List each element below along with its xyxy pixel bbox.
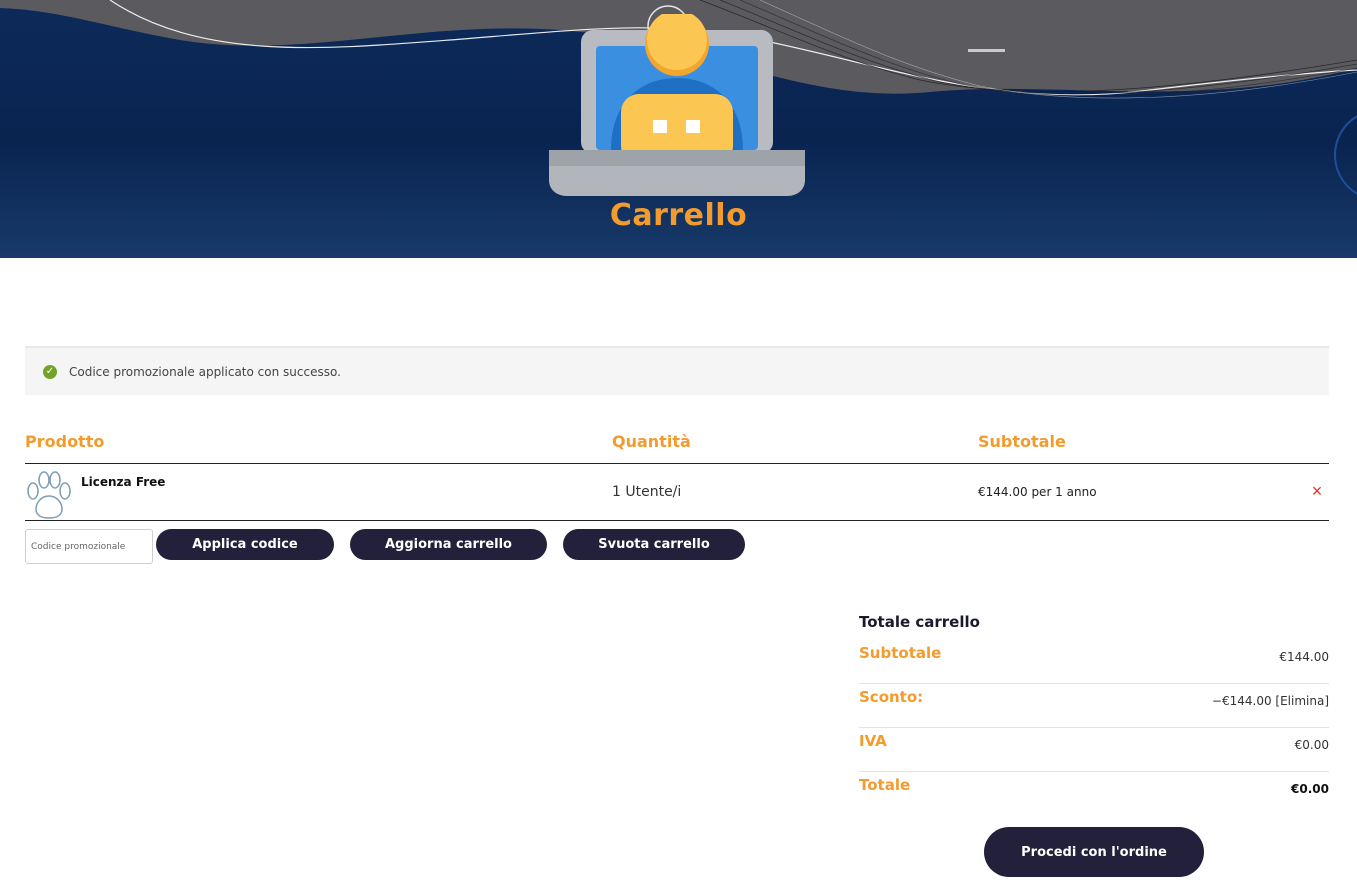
product-quantity: 1 Utente/i <box>612 484 682 500</box>
vat-label: IVA <box>859 732 887 750</box>
discount-row: Sconto: −€144.00 [Elimina] <box>859 684 1329 728</box>
update-cart-button[interactable]: Aggiorna carrello <box>350 529 547 560</box>
laptop-user-icon <box>549 14 805 196</box>
cart-row: Licenza Free 1 Utente/i €144.00 per 1 an… <box>25 464 1329 521</box>
hero-banner: Carrello <box>0 0 1357 258</box>
empty-cart-button[interactable]: Svuota carrello <box>563 529 745 560</box>
apply-coupon-button[interactable]: Applica codice <box>156 529 334 560</box>
header-quantity: Quantità <box>612 432 691 451</box>
total-label: Totale <box>859 776 911 794</box>
header-subtotal: Subtotale <box>978 432 1066 451</box>
subtotal-label: Subtotale <box>859 644 942 662</box>
page-title: Carrello <box>609 198 748 233</box>
product-price: €144.00 per 1 anno <box>978 485 1097 499</box>
discount-label: Sconto: <box>859 688 924 706</box>
total-row: Totale €0.00 <box>859 772 1329 816</box>
paw-icon <box>27 471 71 519</box>
cart-totals-title: Totale carrello <box>859 613 980 631</box>
vat-row: IVA €0.00 <box>859 728 1329 772</box>
total-value: €0.00 <box>1291 782 1329 796</box>
checkout-button[interactable]: Procedi con l'ordine <box>984 827 1204 877</box>
success-notice: ✓ Codice promozionale applicato con succ… <box>25 346 1329 395</box>
header-product: Prodotto <box>25 432 105 451</box>
subtotal-value: €144.00 <box>1279 650 1329 664</box>
check-circle-icon: ✓ <box>43 364 57 379</box>
vat-value: €0.00 <box>1294 738 1329 752</box>
notice-message: Codice promozionale applicato con succes… <box>69 364 341 379</box>
cart-table-header: Prodotto Quantità Subtotale <box>25 430 1329 464</box>
remove-item-icon[interactable]: × <box>1309 482 1325 500</box>
product-name-link[interactable]: Licenza Free <box>81 475 165 489</box>
discount-value[interactable]: −€144.00 [Elimina] <box>1212 694 1329 708</box>
subtotal-row: Subtotale €144.00 <box>859 640 1329 684</box>
cart-totals: Totale carrello Subtotale €144.00 Sconto… <box>859 610 1329 816</box>
coupon-code-input[interactable] <box>25 529 153 564</box>
